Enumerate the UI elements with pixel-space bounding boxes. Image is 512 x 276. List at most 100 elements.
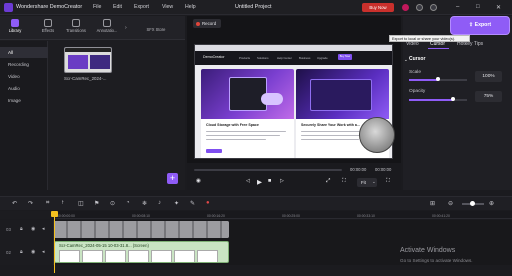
opacity-value[interactable]: 75% [475,91,502,102]
visibility-icon[interactable]: ◉ [31,249,35,255]
menu-edit[interactable]: Edit [113,4,122,10]
marker-icon[interactable]: ⚑ [94,200,99,207]
crop-icon[interactable]: ⛶ [342,178,346,185]
category-video[interactable]: Video [0,71,48,82]
stop-icon[interactable]: ■ [268,178,271,184]
cloud-icon [261,93,283,105]
track-number: 02 [6,250,11,255]
tab-effects[interactable]: Effects [35,18,61,38]
thumb-card-right [90,55,110,69]
ruler-tick: 00:00:08:10 [132,214,150,218]
opacity-slider-fill [409,99,453,101]
category-recording[interactable]: Recording [0,59,48,70]
mute-icon[interactable]: ◂ [42,249,45,255]
tab-transitions[interactable]: Transitions [63,18,89,38]
lock-icon[interactable]: 🔒︎ [20,226,23,232]
category-image[interactable]: Image [0,95,48,106]
mic-icon[interactable]: ⊙ [110,200,115,207]
media-thumbnail[interactable] [64,47,112,73]
scale-label: Scale [409,70,421,75]
account-icon[interactable] [402,4,409,11]
prev-frame-icon[interactable]: ◁ [246,178,250,184]
tab-sfx-store[interactable]: SFX Store [136,27,176,36]
lock-icon[interactable]: 🔒︎ [20,249,23,255]
site-logo: DemoCreator [203,55,225,59]
card-image [201,69,294,119]
redo-icon[interactable]: ↷ [28,200,33,207]
document-title: Untitled Project [235,4,272,10]
clip-frame [174,250,195,262]
time-current: 00:00:00 [350,167,367,172]
opacity-slider-knob[interactable] [450,97,455,101]
category-all[interactable]: All [0,47,48,58]
camera-icon[interactable]: ◉ [196,178,201,184]
card-text-line [301,139,359,141]
record-dot-icon[interactable]: ● [206,200,210,206]
chevron-down-icon[interactable]: ⌄ [372,179,376,185]
scale-value[interactable]: 100% [475,71,502,82]
add-media-button[interactable]: + [167,173,178,184]
card-title: Cloud Storage with Free Space [206,123,259,127]
site-link: Help Center [277,56,292,60]
visibility-icon[interactable]: ◉ [31,226,35,232]
clip-frame [197,250,218,262]
app-name: Wondershare DemoCreator [16,4,83,10]
crop-tool-icon[interactable]: ⌗ [46,200,49,207]
transitions-icon [72,19,80,27]
menu-help[interactable]: Help [185,4,196,10]
menu-export[interactable]: Export [134,4,149,10]
next-frame-icon[interactable]: ▷ [280,178,284,184]
card-image [296,69,389,119]
split-icon[interactable]: ⟊ [62,200,64,207]
audio-icon[interactable]: ♪ [158,200,161,206]
cursor-section-title: Cursor [409,56,426,62]
menu-file[interactable]: File [93,4,101,10]
close-icon[interactable]: ✕ [496,4,501,11]
screen-clip-label: Scr-CamRec_2024-05-15 10-03-31.8... (Scr… [59,243,149,248]
screen-clip[interactable]: Scr-CamRec_2024-05-15 10-03-31.8... (Scr… [54,241,229,263]
zoom-out-icon[interactable]: ⊖ [448,200,453,207]
seek-bar[interactable] [194,169,342,171]
speed-icon[interactable]: ◔ [126,200,130,206]
playhead-handle[interactable] [51,211,58,217]
site-link: Business [299,56,311,60]
zoom-in-icon[interactable]: ⊕ [489,200,494,207]
tabs-more-icon[interactable]: › [125,25,127,31]
playhead[interactable] [54,211,55,273]
mask-icon[interactable]: ◫ [78,200,84,207]
play-icon[interactable]: ▶ [257,178,262,186]
collapse-icon[interactable]: ⌄ [404,57,408,63]
menu-view[interactable]: View [162,4,173,10]
fullscreen-icon[interactable]: ⤢ [326,178,330,185]
tab-hotkey-tips[interactable]: Hotkey Tips [457,41,483,47]
tab-video[interactable]: Video [406,41,419,47]
minimize-icon[interactable]: – [456,4,459,10]
zoom-slider-knob[interactable] [470,201,475,206]
clip-frame [82,250,103,262]
pen-icon[interactable]: ✎ [190,200,195,207]
tab-transitions-label: Transitions [66,28,86,33]
scale-slider-knob[interactable] [436,77,440,81]
freeze-icon[interactable]: ❄ [142,200,147,207]
undo-icon[interactable]: ↶ [12,200,17,207]
maximize-icon[interactable]: □ [476,4,480,10]
settings-icon[interactable] [416,4,423,11]
record-icon [196,22,200,26]
effect-icon[interactable]: ✦ [174,200,179,207]
activate-windows-title: Activate Windows [400,247,456,254]
export-button[interactable]: ⇪ Export [451,17,509,34]
tab-annotations[interactable]: Annotatio... [92,18,122,38]
mute-icon[interactable]: ◂ [42,226,45,232]
camera-clip[interactable] [54,221,229,238]
media-item-label: Scr-CamRec_2024-... [64,76,107,81]
tab-cursor[interactable]: Cursor [430,41,445,47]
site-nav: DemoCreator Products Solutions Help Cent… [195,51,392,65]
buy-now-button[interactable]: Buy Now [362,3,394,12]
fit-timeline-icon[interactable]: ⊞ [430,200,435,207]
webcam-overlay[interactable] [359,117,395,153]
category-audio[interactable]: Audio [0,83,48,94]
opacity-slider[interactable] [409,99,467,101]
tab-library[interactable]: Library [2,18,28,38]
grid-icon[interactable] [430,4,437,11]
expand-icon[interactable]: ⛶ [386,178,390,185]
